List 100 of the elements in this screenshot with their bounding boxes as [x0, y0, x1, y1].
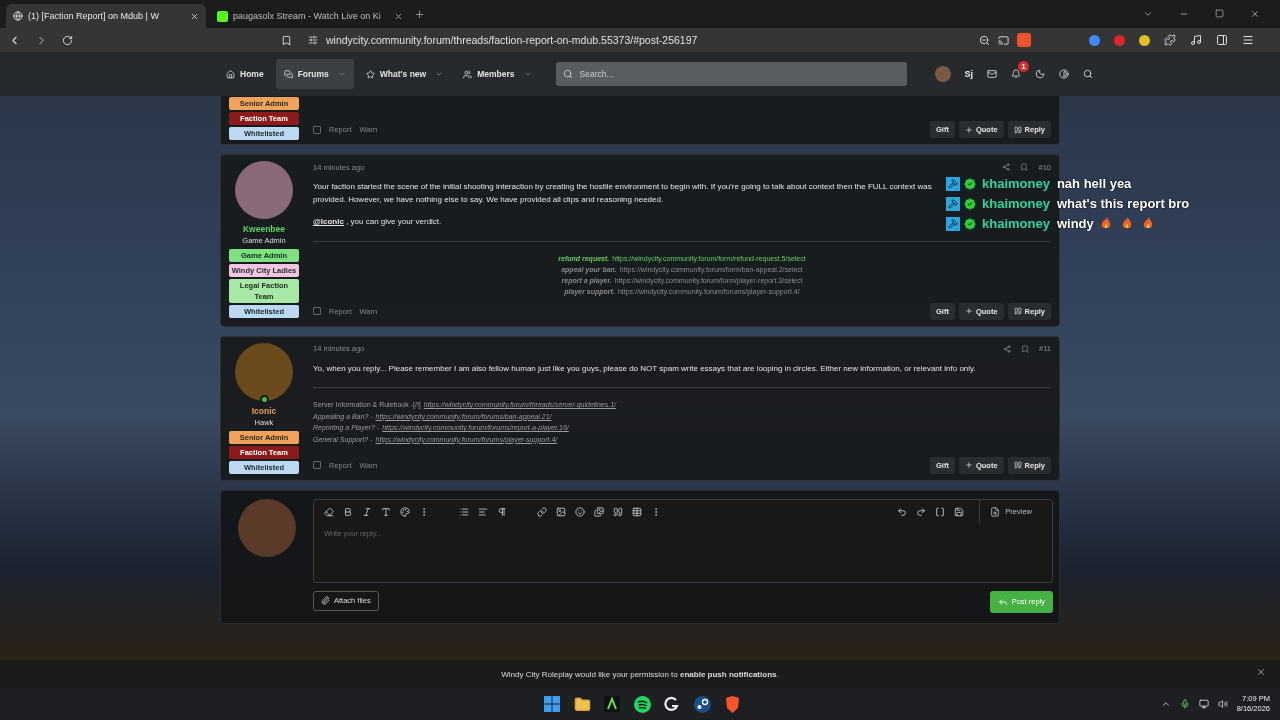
nav-icon [283, 69, 293, 79]
avatar-photo-placeholder[interactable] [235, 161, 293, 219]
quote-icon [1013, 307, 1022, 315]
moon-icon[interactable] [1035, 69, 1046, 79]
list-icon[interactable] [459, 506, 469, 517]
gallery-icon[interactable] [594, 506, 604, 517]
verified-badge-icon [963, 196, 977, 211]
extension-icon[interactable] [1139, 34, 1150, 46]
mic-icon[interactable] [1179, 699, 1190, 709]
user-initials[interactable]: Sj [964, 69, 974, 79]
mail-icon[interactable] [987, 69, 998, 79]
palette-icon[interactable] [400, 506, 410, 517]
network-icon[interactable] [1198, 699, 1209, 709]
music-app-icon[interactable] [632, 694, 652, 714]
select-checkbox[interactable] [313, 461, 321, 469]
chat-message: what's this report bro [1056, 196, 1190, 211]
nav-tab[interactable]: Members [455, 59, 540, 89]
caret-icon[interactable] [435, 70, 444, 78]
share-icon[interactable] [1003, 344, 1012, 353]
fire-icon [1100, 217, 1111, 230]
nav-tab[interactable]: Forums [275, 59, 354, 89]
author-name[interactable]: Iconic [251, 405, 277, 416]
image-icon[interactable] [556, 506, 566, 517]
verified-badge-icon [963, 216, 977, 231]
quote-icon [1013, 125, 1022, 134]
globe-icon [13, 11, 23, 21]
bookmark-icon[interactable] [1020, 163, 1029, 171]
close-icon[interactable] [394, 11, 403, 21]
tab-list-icon[interactable] [1143, 9, 1153, 19]
music-icon[interactable] [1190, 34, 1202, 46]
paperclip-icon [321, 596, 330, 605]
bold-icon[interactable] [343, 506, 353, 517]
cast-icon[interactable] [998, 34, 1009, 46]
close-icon[interactable] [190, 11, 199, 21]
extensions-icon[interactable] [1164, 34, 1176, 46]
search-icon[interactable] [1083, 69, 1094, 79]
mention-link[interactable]: @Iconic [313, 217, 344, 226]
nav-tab[interactable]: What's new [357, 59, 452, 89]
reload-icon[interactable] [62, 34, 73, 46]
app-icon[interactable] [602, 694, 622, 714]
nav-tab[interactable]: Home [218, 59, 272, 89]
windows-logo-icon[interactable] [542, 694, 562, 714]
verified-badge-icon [963, 176, 977, 191]
tray-expand-icon[interactable] [1160, 699, 1171, 709]
smiley-icon[interactable] [575, 506, 585, 517]
fire-icon [1142, 217, 1153, 230]
save-icon[interactable] [954, 506, 965, 517]
plus-icon [964, 461, 973, 469]
plus-icon [964, 307, 973, 315]
contrast-icon[interactable] [1059, 69, 1070, 79]
author-name[interactable]: Kweenbee [242, 224, 285, 234]
redo-icon[interactable] [916, 506, 927, 517]
italic-icon[interactable] [362, 506, 372, 517]
new-tab-icon[interactable] [414, 8, 425, 20]
sidebar-icon[interactable] [1216, 34, 1228, 46]
search-icon [562, 69, 573, 79]
nav-icon [463, 69, 473, 79]
align-icon[interactable] [478, 506, 488, 517]
paragraph-icon[interactable] [497, 506, 507, 517]
chat-username: khaimoney [982, 196, 1050, 211]
chat-username: khaimoney [982, 216, 1050, 231]
chat-message: nah hell yea [1056, 176, 1132, 191]
chat-username: khaimoney [982, 176, 1050, 191]
browser-tab[interactable]: paugasolx Stream - Watch Live on Ki [210, 4, 410, 28]
select-checkbox[interactable] [313, 125, 321, 134]
maximize-icon[interactable] [1215, 9, 1224, 18]
site-logo-icon [217, 10, 228, 22]
caret-icon[interactable] [523, 70, 532, 78]
preview-icon [990, 506, 1001, 517]
bell-icon[interactable] [1011, 69, 1022, 79]
zoom-icon[interactable] [979, 34, 990, 46]
close-icon[interactable] [1250, 9, 1260, 19]
search-field[interactable]: Search... [555, 62, 907, 86]
quote-icon [1013, 461, 1022, 469]
undo-icon[interactable] [897, 506, 908, 517]
quote-icon[interactable] [613, 506, 623, 517]
menu-icon[interactable] [1242, 34, 1254, 46]
bookmark-icon[interactable] [1021, 344, 1030, 353]
chat-message: windy [1056, 216, 1094, 231]
link-icon[interactable] [537, 506, 547, 517]
browser-tab[interactable]: (1) [Faction Report] on Mdub | W [6, 4, 206, 28]
fire-icon [1121, 217, 1132, 230]
select-checkbox[interactable] [313, 307, 321, 315]
text-size-icon[interactable] [381, 506, 391, 517]
game-app-icon[interactable] [692, 694, 712, 714]
site-settings-icon[interactable] [308, 35, 318, 45]
extension-icon[interactable] [1089, 34, 1100, 46]
brackets-icon[interactable] [935, 506, 946, 517]
eraser-icon[interactable] [324, 506, 334, 517]
notification-text: Windy City Roleplay would like your permission to enable push notifications. [501, 669, 779, 679]
volume-icon[interactable] [1217, 699, 1228, 709]
caret-icon[interactable] [337, 70, 346, 78]
post-text: @Iconic , you can give your verdict. [313, 216, 442, 228]
share-icon[interactable] [1002, 163, 1011, 171]
nav-icon [226, 69, 235, 79]
folder-icon[interactable] [572, 694, 592, 714]
table-icon[interactable] [632, 506, 642, 517]
reply-icon [997, 596, 1008, 607]
close-button[interactable] [1256, 667, 1266, 677]
post-text: Your faction started the scene of the initial shooting interaction by creating the hostile environment to begin with. If you're going to talk about context then the FULL context was provided. However, we have nothing else to say. We have provided all clips and reasoning needed. [313, 181, 933, 206]
